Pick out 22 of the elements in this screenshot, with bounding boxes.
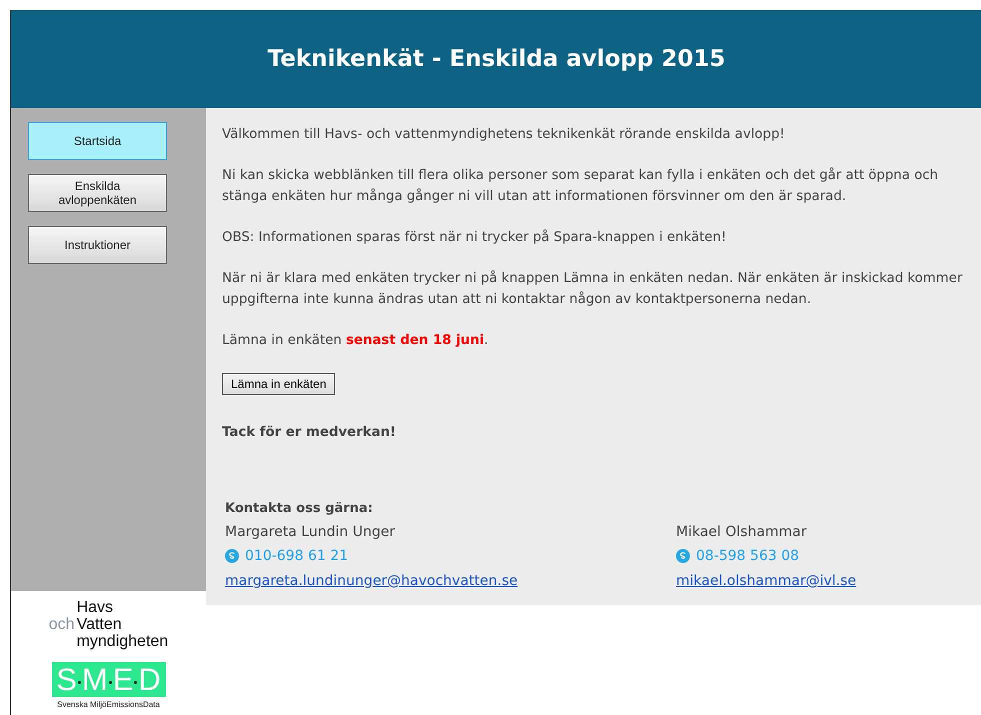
email-link[interactable]: mikael.olshammar@ivl.se bbox=[676, 568, 856, 594]
nav-button[interactable]: Startsida bbox=[28, 122, 167, 160]
skype-icon bbox=[676, 549, 690, 563]
paragraph: När ni är klara med enkäten trycker ni på knappen Lämna in enkäten nedan. När enkäten är inskickad kommer uppgifterna inte kunna ändras utan att ni kontaktar någon av kontaktpersonerna nedan. bbox=[222, 269, 964, 309]
thanks-text: Tack för er medverkan! bbox=[222, 425, 397, 440]
contact-name: Mikael Olshammar bbox=[676, 523, 808, 542]
nav-button[interactable]: Instruktioner bbox=[28, 226, 167, 264]
paragraph: Lämna in enkäten senast den 18 juni. bbox=[222, 332, 490, 350]
contact-name: Margareta Lundin Unger bbox=[225, 523, 396, 542]
paragraph: Ni kan skicka webblänken till flera olika personer som separat kan fylla i enkäten och det går att öppna och stänga enkäten hur många gånger ni vill utan att informationen försvinner om den är sparad. bbox=[222, 166, 940, 206]
nav-button[interactable]: Enskilda avloppenkäten bbox=[28, 174, 167, 212]
paragraph: Välkommen till Havs- och vattenmyndighetens teknikenkät rörande enskilda avlopp! bbox=[222, 126, 786, 144]
contact-heading: Kontakta oss gärna: bbox=[225, 500, 374, 518]
paragraph: OBS: Informationen sparas först när ni trycker på Spara-knappen i enkäten! bbox=[222, 228, 728, 247]
havs-logo: och Havs Vatten myndigheten bbox=[48, 599, 168, 650]
submit-button[interactable]: Lämna in enkäten bbox=[222, 373, 336, 395]
phone-number: 010-698 61 21 bbox=[245, 547, 348, 566]
skype-icon bbox=[225, 549, 239, 563]
email-link[interactable]: margareta.lundinunger@havochvatten.se bbox=[225, 568, 676, 594]
phone-number: 08-598 563 08 bbox=[696, 547, 800, 566]
smed-subtitle: Svenska MiljöEmissionsData bbox=[57, 700, 160, 709]
page-title: Teknikenkät - Enskilda avlopp 2015 bbox=[268, 46, 726, 72]
